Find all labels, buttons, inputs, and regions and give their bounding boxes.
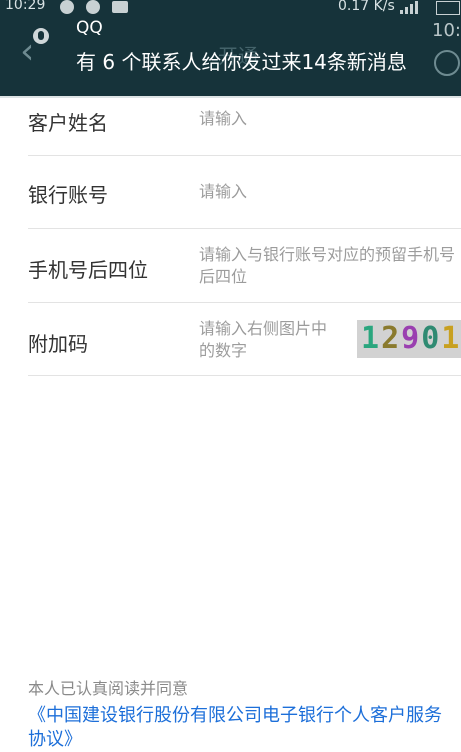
notification-app-name: QQ [76,18,103,38]
captcha-label: 附加码 [28,332,88,356]
captcha-digit: 1 [361,321,382,356]
agreement-link[interactable]: 《中国建设银行股份有限公司电子银行个人客户服务协议》 [28,704,448,752]
header-right-time: 10:2 [432,20,461,41]
form-row-phone-last4: 手机号后四位 请输入与银行账号对应的预留手机号后四位 [28,228,461,303]
account-number-input[interactable]: 请输入 [199,181,247,203]
form-row-account-number: 银行账号 请输入 [28,155,461,229]
back-arrow-icon[interactable]: ‹ [20,34,34,70]
image-icon [112,1,128,13]
customer-name-label: 客户姓名 [28,111,108,135]
signal-icon [400,0,418,14]
notification-message: 有 6 个联系人给你发过来14条新消息 [76,50,407,74]
notification-icon [60,0,74,14]
customer-name-input[interactable]: 请输入 [199,108,247,130]
header-right-icon[interactable] [434,50,460,76]
captcha-digit: 2 [381,321,402,356]
battery-icon [436,1,460,15]
captcha-digit: 9 [401,321,422,356]
agreement-text: 本人已认真阅读并同意 [28,679,189,698]
top-bar: 10:29 0.17 K/s ‹ 开通 10:2 QQ 有 6 个联系人给你发过… [0,0,461,96]
qq-icon [33,28,49,44]
captcha-digit: 0 [421,321,442,356]
status-time: 10:29 [5,0,46,13]
captcha-digit: 1 [441,321,461,356]
captcha-image[interactable]: 12901 [357,320,461,358]
captcha-input[interactable]: 请输入右侧图片中的数字 [199,318,339,362]
network-speed: 0.17 K/s [338,0,395,14]
emoji-icon [86,0,100,14]
form-row-customer-name: 客户姓名 请输入 [28,98,461,156]
account-number-label: 银行账号 [28,183,108,207]
phone-last4-input[interactable]: 请输入与银行账号对应的预留手机号后四位 [199,244,461,288]
phone-last4-label: 手机号后四位 [28,258,148,282]
status-bar: 10:29 0.17 K/s [0,0,461,18]
